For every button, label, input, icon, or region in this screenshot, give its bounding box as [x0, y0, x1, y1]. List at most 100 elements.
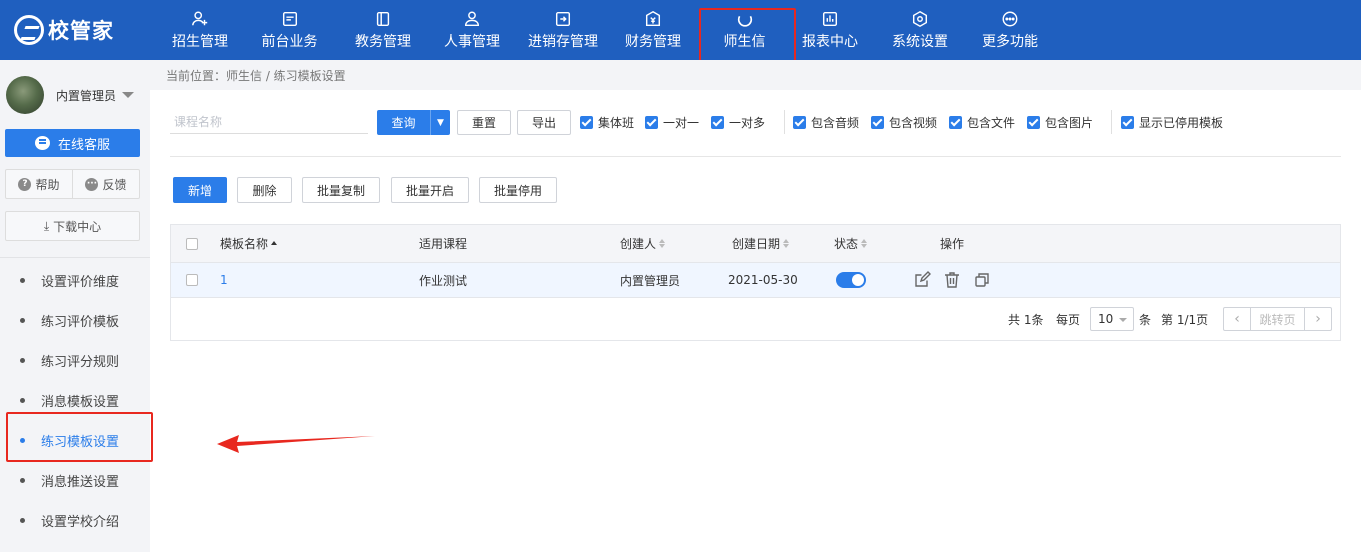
sidebar-item-message-push[interactable]: 消息推送设置: [0, 460, 150, 500]
divider: [170, 156, 1341, 157]
checkbox-checked-icon: [1121, 116, 1134, 129]
checkbox-file[interactable]: 包含文件: [949, 114, 1015, 131]
more-icon: [1000, 10, 1020, 28]
column-header-status[interactable]: 状态: [834, 225, 868, 262]
nav-label: 教务管理: [355, 33, 411, 50]
nav-item-enrollment[interactable]: 招生管理: [160, 0, 240, 60]
per-page-select[interactable]: 10: [1090, 307, 1134, 331]
batch-copy-button[interactable]: 批量复制: [302, 177, 380, 203]
download-center-button[interactable]: ⤓ 下载中心: [5, 211, 140, 241]
checkbox-label: 一对一: [663, 116, 700, 130]
bullet-icon: [20, 437, 25, 443]
batch-disable-button[interactable]: 批量停用: [479, 177, 557, 203]
add-button[interactable]: 新增: [173, 177, 227, 203]
checkbox-checked-icon: [871, 116, 884, 129]
status-toggle[interactable]: [836, 263, 866, 297]
checkbox-one-on-one[interactable]: 一对一: [645, 114, 699, 131]
app-logo[interactable]: 校管家: [14, 14, 114, 46]
column-label: 操作: [940, 237, 965, 251]
nav-label: 更多功能: [982, 33, 1038, 50]
chevron-down-icon: [1119, 318, 1127, 322]
creator-cell: 内置管理员: [620, 273, 681, 288]
column-header-creator[interactable]: 创建人: [620, 225, 666, 262]
edit-icon[interactable]: [913, 271, 931, 289]
toggle-switch[interactable]: [836, 272, 866, 288]
checkbox-group-class[interactable]: 集体班: [580, 114, 634, 131]
nav-item-front-desk[interactable]: 前台业务: [240, 0, 339, 60]
course-name-search-input[interactable]: [170, 110, 368, 134]
export-button[interactable]: 导出: [517, 110, 571, 135]
chevron-double-down-icon[interactable]: ▼: [430, 110, 450, 135]
sidebar-item-label: 练习评价模板: [41, 314, 120, 330]
checkbox-image[interactable]: 包含图片: [1027, 114, 1093, 131]
column-label: 状态: [834, 237, 859, 251]
bullet-icon: [20, 397, 25, 403]
nav-item-inventory[interactable]: 进销存管理: [517, 0, 609, 60]
nav-label: 报表中心: [802, 33, 858, 50]
delete-button[interactable]: 删除: [237, 177, 292, 203]
nav-item-teacher-student[interactable]: 师生信: [697, 0, 792, 60]
table-row[interactable]: 1 作业测试 内置管理员 2021-05-30: [171, 263, 1340, 298]
page-indicator: 第 1/1页: [1161, 312, 1209, 327]
nav-item-academic[interactable]: 教务管理: [339, 0, 427, 60]
jump-page-button[interactable]: 跳转页: [1250, 308, 1305, 330]
sidebar-item-practice-evaluation-template[interactable]: 练习评价模板: [0, 300, 150, 340]
sidebar-item-label: 设置评价维度: [41, 274, 120, 290]
course-cell: 作业测试: [419, 273, 468, 288]
nav-label: 前台业务: [261, 33, 318, 50]
column-header-ops: 操作: [940, 225, 964, 262]
checkbox-label: 包含文件: [967, 116, 1016, 130]
feedback-button[interactable]: ··· 反馈: [72, 170, 139, 198]
next-page-icon[interactable]: ›: [1305, 308, 1331, 330]
checkbox-label: 包含音频: [811, 116, 860, 130]
sidebar-item-evaluation-dimension[interactable]: 设置评价维度: [0, 260, 150, 300]
reset-button[interactable]: 重置: [457, 110, 511, 135]
template-table: 模板名称 适用课程 创建人 创建日期 状态 操作 1 作业测试 内置管理员 20…: [170, 224, 1341, 341]
checkbox-icon: [186, 274, 198, 286]
money-icon: [643, 10, 663, 28]
online-service-button[interactable]: 在线客服: [5, 129, 140, 157]
bullet-icon: [20, 277, 25, 283]
sidebar-item-message-template[interactable]: 消息模板设置: [0, 380, 150, 420]
template-name-link[interactable]: 1: [220, 263, 228, 297]
help-button[interactable]: ? 帮助: [6, 170, 72, 198]
sidebar-menu: 设置评价维度 练习评价模板 练习评分规则 消息模板设置 练习模板设置 消息推送设…: [0, 260, 150, 540]
nav-item-more[interactable]: 更多功能: [972, 0, 1048, 60]
prev-page-icon[interactable]: ‹: [1224, 308, 1250, 330]
chat-bubble-icon: [34, 136, 50, 150]
download-icon: ⤓: [43, 218, 50, 233]
table-header: 模板名称 适用课程 创建人 创建日期 状态 操作: [171, 225, 1340, 263]
sidebar-item-practice-template[interactable]: 练习模板设置: [0, 420, 150, 460]
user-plus-icon: [190, 10, 210, 28]
bullet-icon: [20, 317, 25, 323]
nav-item-settings[interactable]: 系统设置: [868, 0, 972, 60]
nav-item-finance[interactable]: 财务管理: [609, 0, 697, 60]
query-button[interactable]: 查询 ▼: [377, 110, 450, 135]
checkbox-video[interactable]: 包含视频: [871, 114, 937, 131]
column-header-name[interactable]: 模板名称: [220, 225, 278, 262]
checkbox-one-to-many[interactable]: 一对多: [711, 114, 765, 131]
sidebar-item-scoring-rules[interactable]: 练习评分规则: [0, 340, 150, 380]
sort-icon: [861, 239, 868, 248]
checkbox-show-disabled[interactable]: 显示已停用模板: [1121, 114, 1223, 131]
select-all-checkbox[interactable]: [186, 225, 198, 262]
sidebar: 内置管理员 在线客服 ? 帮助 ··· 反馈 ⤓ 下载中心 设置评价维度 练习评价模…: [0, 60, 150, 552]
checkbox-audio[interactable]: 包含音频: [793, 114, 859, 131]
trash-icon[interactable]: [943, 271, 961, 289]
chevron-down-icon: [122, 92, 135, 98]
divider: [0, 257, 150, 258]
checkbox-label: 一对多: [729, 116, 766, 130]
column-label: 适用课程: [419, 237, 468, 251]
sidebar-item-label: 设置学校介绍: [41, 514, 120, 530]
nav-item-reports[interactable]: 报表中心: [792, 0, 868, 60]
column-header-date[interactable]: 创建日期: [732, 225, 790, 262]
checkbox-label: 包含视频: [889, 116, 938, 130]
per-page-label: 每页: [1056, 312, 1081, 327]
sidebar-item-school-intro[interactable]: 设置学校介绍: [0, 500, 150, 540]
batch-enable-button[interactable]: 批量开启: [391, 177, 469, 203]
row-checkbox[interactable]: [186, 263, 198, 297]
user-profile[interactable]: 内置管理员: [6, 76, 135, 114]
nav-item-hr[interactable]: 人事管理: [427, 0, 517, 60]
copy-icon[interactable]: [973, 271, 991, 289]
checkbox-label: 显示已停用模板: [1139, 116, 1224, 130]
